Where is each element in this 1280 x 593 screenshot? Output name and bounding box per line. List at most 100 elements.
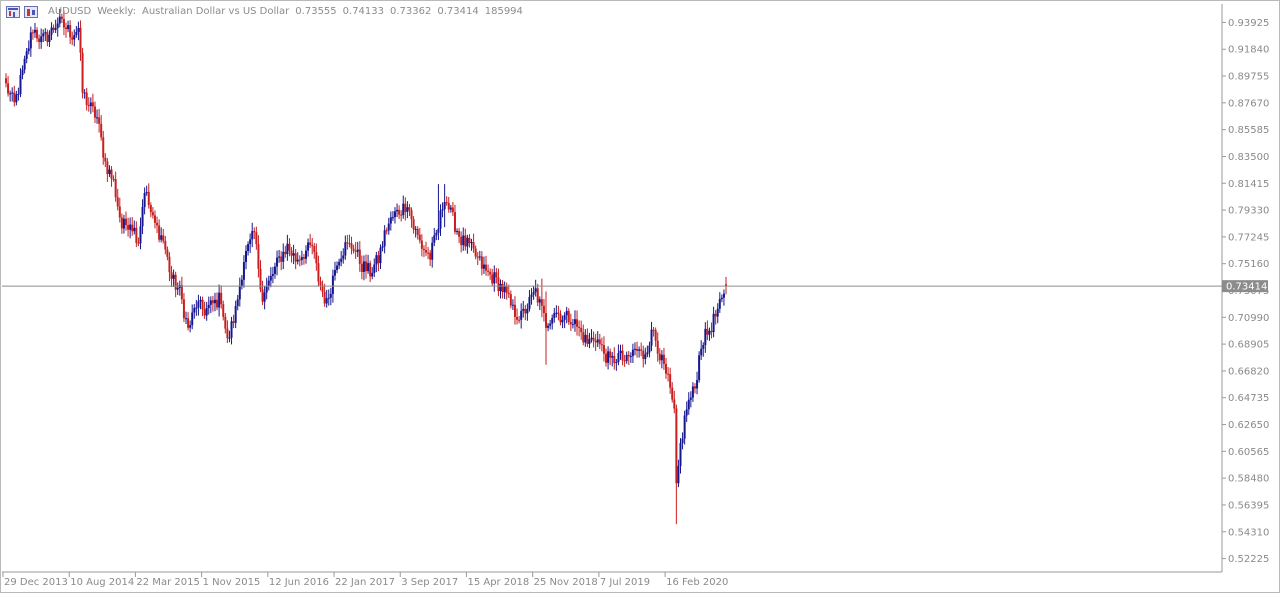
candle-body [290,250,293,256]
candle [722,289,725,306]
candle [350,236,353,255]
candle [716,303,719,324]
candle [551,314,554,330]
candle [693,383,696,394]
candle-body [439,210,442,229]
candle [576,310,579,336]
candle-mode-icon[interactable] [24,6,38,18]
candle [251,222,254,248]
candle [613,347,616,370]
candle-body [598,339,601,345]
candle-body [65,27,68,30]
header-high: 0.74133 [342,6,385,17]
candle-body [145,191,148,193]
candle-body [586,334,589,344]
candle [542,298,545,322]
candle [520,303,523,329]
candle [706,320,709,341]
candle [67,20,70,33]
candle [391,211,394,221]
candle [267,275,270,291]
candle [290,247,293,263]
candle-body [158,225,161,240]
candle-body [679,443,682,466]
candle [700,340,703,360]
candle [40,28,43,49]
candle [540,278,543,318]
candle-body [416,228,419,235]
candle-body [87,104,90,107]
candle [658,348,661,365]
candle-body [638,349,641,351]
candle-body [108,169,111,175]
candle [545,291,548,365]
candle-body [580,327,583,333]
price-chart[interactable]: 0.93925 0.91840 0.89755 0.87670 0.85585 0.835… [0,0,1280,593]
price-tick-label: 0.89755 [1228,72,1269,83]
candle-body [195,307,198,309]
candle-body [545,313,548,328]
candle-body [698,355,701,381]
candle [205,301,208,321]
candle [499,279,502,299]
candle-body [371,272,374,277]
candle [158,219,161,243]
candle-body [592,337,595,341]
candle-body [269,275,272,281]
candle-body [298,259,301,261]
candle-body [449,207,452,210]
header-open: 0.73555 [295,6,337,17]
candle [323,283,326,307]
time-axis: 29 Dec 2013 10 Aug 2014 22 Mar 2015 1 Nov 2… [2,572,728,588]
candle-body [369,263,372,277]
candle [286,234,289,261]
candle [478,250,481,261]
candle [617,344,620,366]
candle [170,265,173,288]
candle [189,320,192,333]
candle [44,28,47,41]
candle [172,269,175,288]
candle-body [313,246,316,253]
candle-body [58,16,61,24]
candle [354,242,357,259]
candle [389,211,392,231]
candle [615,359,618,371]
candle [642,345,645,368]
candle-body [50,27,53,35]
candle [638,346,641,358]
candle [352,244,355,254]
candle [319,276,322,291]
candle-body [286,243,289,255]
candle [594,333,597,351]
candle [619,344,622,360]
candle [238,277,241,307]
candle [195,299,198,316]
candle-body [673,399,676,409]
candle-body [240,279,243,287]
candle-body [147,191,150,205]
candle-body [13,92,16,103]
candle [108,165,111,178]
candle-body [704,328,707,346]
candle-body [362,261,365,272]
candle [462,227,465,251]
candle-body [300,257,303,261]
candle-body [687,399,690,410]
candle-body [501,283,504,293]
candle-body [474,248,477,257]
candle [249,233,252,253]
chart-window-icon[interactable] [6,6,20,18]
candle-body [656,340,659,354]
candle-body [185,318,188,320]
candle-body [607,351,610,363]
candle [555,305,558,318]
candle-body [569,322,572,325]
candle-body [11,92,14,94]
candle [482,256,485,274]
candle-body [33,29,36,33]
candle [284,245,287,258]
candle [228,330,231,343]
candle [75,25,78,38]
candle [414,225,417,238]
